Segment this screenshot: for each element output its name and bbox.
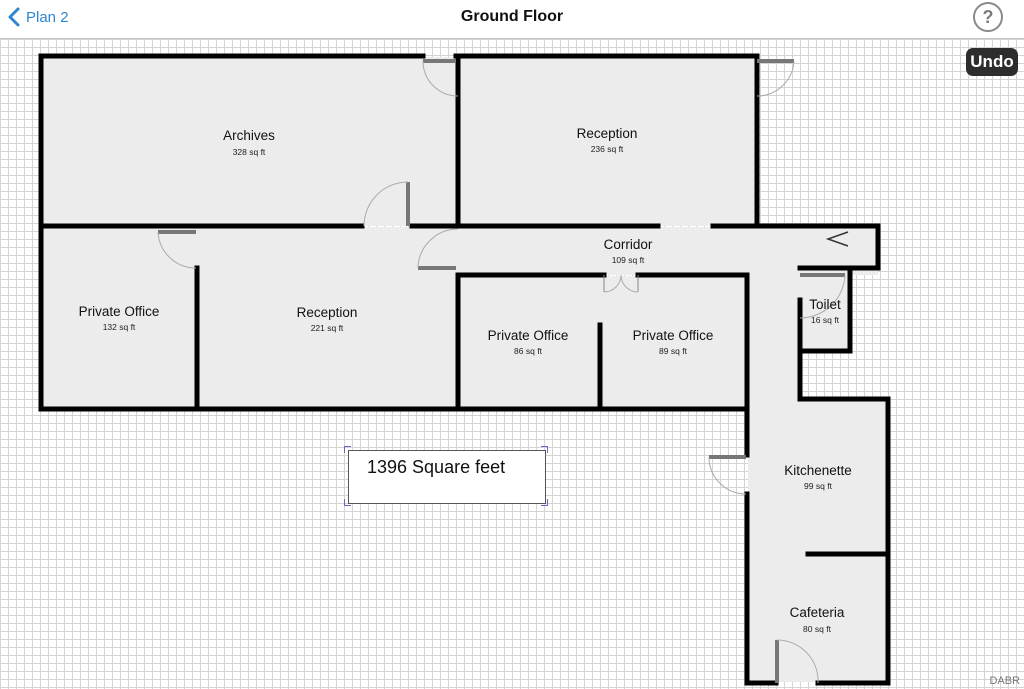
reception-top-room[interactable] bbox=[458, 57, 757, 226]
room-name: Private Office bbox=[488, 328, 569, 343]
total-area-label-box[interactable]: 1396 Square feet bbox=[348, 450, 546, 504]
help-icon[interactable]: ? bbox=[973, 2, 1003, 32]
room-area: 99 sq ft bbox=[804, 481, 833, 491]
resize-handle[interactable] bbox=[541, 446, 548, 453]
total-area-label: 1396 Square feet bbox=[367, 457, 506, 477]
room-name: Cafeteria bbox=[790, 605, 845, 620]
floor-plan: Archives 328 sq ft Reception 236 sq ft C… bbox=[38, 53, 891, 686]
watermark: DABR bbox=[989, 675, 1020, 687]
resize-handle[interactable] bbox=[344, 499, 351, 506]
door[interactable] bbox=[708, 455, 747, 495]
undo-button[interactable]: Undo bbox=[966, 48, 1018, 76]
room-name: Reception bbox=[297, 305, 358, 320]
room-area: 109 sq ft bbox=[612, 255, 645, 265]
room-area: 132 sq ft bbox=[103, 322, 136, 332]
resize-handle[interactable] bbox=[344, 446, 351, 453]
room-area: 16 sq ft bbox=[811, 315, 840, 325]
room-area: 86 sq ft bbox=[514, 346, 543, 356]
room-area: 89 sq ft bbox=[659, 346, 688, 356]
room-name: Kitchenette bbox=[784, 463, 852, 478]
corridor-room-vertical bbox=[748, 268, 800, 400]
resize-handle[interactable] bbox=[541, 499, 548, 506]
room-name: Private Office bbox=[79, 304, 160, 319]
room-area: 328 sq ft bbox=[233, 147, 266, 157]
room-name: Toilet bbox=[809, 297, 841, 312]
room-area: 236 sq ft bbox=[591, 144, 624, 154]
door[interactable] bbox=[756, 59, 795, 97]
room-area: 80 sq ft bbox=[803, 624, 832, 634]
room-area: 221 sq ft bbox=[311, 323, 344, 333]
room-name: Reception bbox=[577, 126, 638, 141]
room-name: Private Office bbox=[633, 328, 714, 343]
top-navigation-bar: Plan 2 Ground Floor ? bbox=[0, 0, 1024, 39]
room-name: Archives bbox=[223, 128, 275, 143]
room-fills bbox=[41, 57, 887, 682]
room-name: Corridor bbox=[604, 237, 653, 252]
page-title: Ground Floor bbox=[460, 8, 564, 25]
